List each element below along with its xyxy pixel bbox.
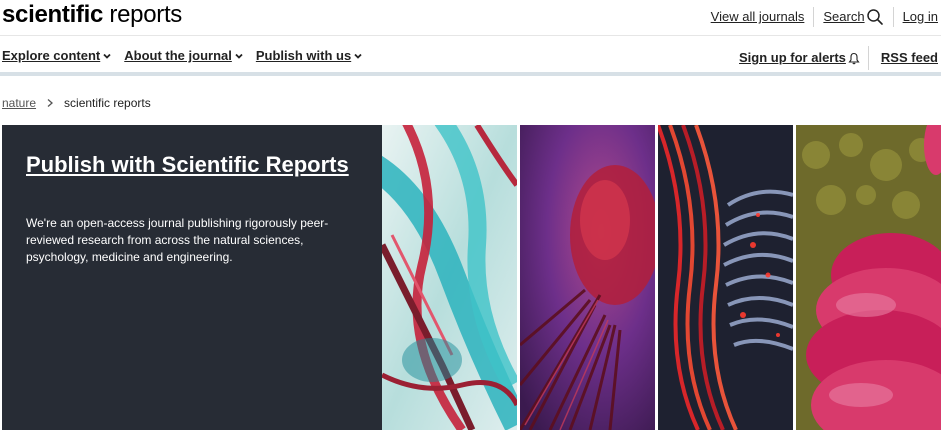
hero-image-purple-cell (520, 125, 655, 430)
chevron-down-icon (103, 53, 111, 59)
logo-light-text: reports (103, 1, 183, 28)
breadcrumb: nature scientific reports (2, 95, 151, 111)
divider (867, 46, 869, 70)
hero-title-link[interactable]: Publish with Scientific Reports (26, 151, 356, 178)
rss-feed-link[interactable]: RSS feed (881, 49, 938, 67)
breadcrumb-nature-link[interactable]: nature (2, 95, 36, 111)
nav-item-label: About the journal (124, 48, 232, 63)
search-label: Search (823, 9, 865, 24)
breadcrumb-current: scientific reports (64, 96, 151, 110)
search-button[interactable]: Search (823, 8, 883, 26)
nav-explore-content[interactable]: Explore content (2, 47, 112, 65)
chevron-right-icon (47, 99, 54, 107)
nav-publish-with-us[interactable]: Publish with us (256, 47, 363, 65)
login-link[interactable]: Log in (903, 8, 938, 26)
search-icon (866, 9, 883, 25)
chevron-down-icon (235, 53, 243, 59)
nav-actions: Sign up for alerts RSS feed (739, 46, 938, 70)
hero-image-fibres (658, 125, 793, 430)
hero-text-panel: Publish with Scientific Reports We're an… (2, 125, 382, 430)
nav-item-label: Publish with us (255, 48, 352, 63)
journal-nav: Explore content About the journal Publis… (0, 36, 941, 76)
hero-banner: Publish with Scientific Reports We're an… (2, 125, 941, 430)
view-all-journals-link[interactable]: View all journals (711, 8, 805, 26)
top-links: View all journals Search Log in (711, 7, 938, 27)
nav-menu: Explore content About the journal Publis… (2, 47, 375, 65)
chevron-down-icon (354, 53, 362, 59)
hero-image-strip (382, 125, 941, 430)
logo-bold-text: scientific (2, 1, 104, 28)
hero-image-glass-tubes (382, 125, 517, 430)
alerts-label: Sign up for alerts (739, 50, 846, 65)
sign-up-alerts-link[interactable]: Sign up for alerts (739, 49, 860, 67)
bell-icon (848, 52, 860, 64)
divider (813, 7, 815, 27)
nav-about-the-journal[interactable]: About the journal (124, 47, 244, 65)
hero-image-pink-cells (796, 125, 941, 430)
nav-item-label: Explore content (2, 48, 101, 63)
site-logo[interactable]: scientific reports (2, 0, 182, 30)
hero-description: We're an open-access journal publishing … (26, 216, 329, 264)
divider (892, 7, 894, 27)
top-bar: scientific reports View all journals Sea… (0, 0, 941, 36)
